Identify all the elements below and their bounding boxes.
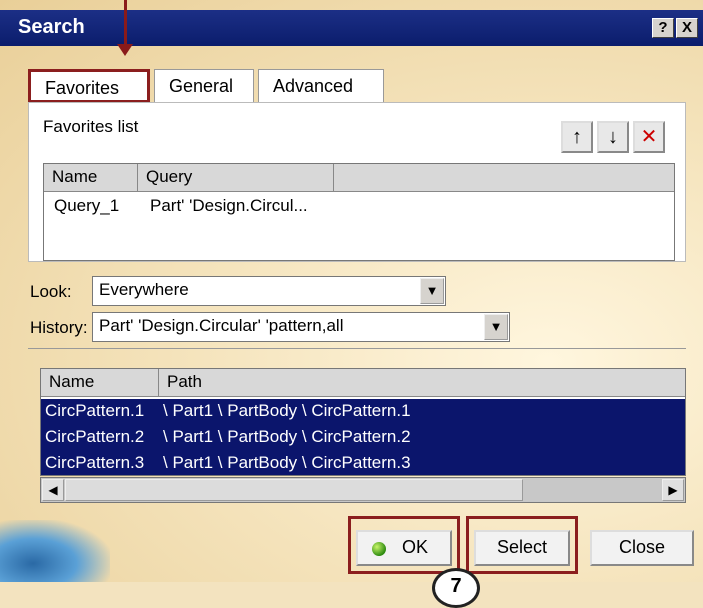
history-dropdown[interactable]: Part' 'Design.Circular' 'pattern,all ▼ bbox=[92, 312, 510, 342]
favorite-name: Query_1 bbox=[54, 196, 120, 215]
tab-favorites[interactable]: Favorites bbox=[28, 69, 150, 103]
scroll-left-icon[interactable]: ◀ bbox=[42, 479, 64, 501]
look-value: Everywhere bbox=[99, 280, 189, 299]
result-path: \ Part1 \ PartBody \ CircPattern.2 bbox=[163, 427, 411, 446]
close-label: Close bbox=[618, 537, 666, 557]
help-button[interactable]: ? bbox=[652, 18, 674, 38]
close-window-button[interactable]: X bbox=[676, 18, 698, 38]
annotation-arrow-line bbox=[124, 0, 127, 50]
select-button[interactable]: Select bbox=[474, 530, 570, 566]
column-header-query[interactable]: Query bbox=[138, 164, 334, 192]
look-dropdown[interactable]: Everywhere ▼ bbox=[92, 276, 446, 306]
tab-general[interactable]: General bbox=[154, 69, 254, 103]
column-header-path[interactable]: Path bbox=[159, 369, 685, 397]
horizontal-scrollbar[interactable]: ◀ ▶ bbox=[40, 477, 686, 503]
arrow-up-icon[interactable]: ↑ bbox=[561, 121, 593, 153]
close-button[interactable]: Close bbox=[590, 530, 694, 566]
table-row[interactable]: CircPattern.2 \ Part1 \ PartBody \ CircP… bbox=[41, 425, 685, 451]
chevron-down-icon[interactable]: ▼ bbox=[484, 314, 508, 340]
favorite-query: Part' 'Design.Circul... bbox=[150, 196, 308, 215]
result-path: \ Part1 \ PartBody \ CircPattern.1 bbox=[163, 401, 411, 420]
arrow-down-icon[interactable]: ↓ bbox=[597, 121, 629, 153]
look-label: Look: bbox=[30, 282, 72, 301]
table-row[interactable]: CircPattern.1 \ Part1 \ PartBody \ CircP… bbox=[41, 399, 685, 425]
result-name: CircPattern.1 bbox=[45, 401, 145, 420]
scroll-right-icon[interactable]: ▶ bbox=[662, 479, 684, 501]
tab-advanced[interactable]: Advanced bbox=[258, 69, 384, 103]
tab-general-label: General bbox=[169, 76, 234, 96]
results-list[interactable]: Name Path CircPattern.1 \ Part1 \ PartBo… bbox=[40, 368, 686, 476]
result-name: CircPattern.3 bbox=[45, 453, 145, 472]
table-row[interactable]: CircPattern.3 \ Part1 \ PartBody \ CircP… bbox=[41, 451, 685, 475]
cad-graphic bbox=[0, 520, 110, 582]
result-name: CircPattern.2 bbox=[45, 427, 145, 446]
list-item[interactable]: Query_1 Part' 'Design.Circul... bbox=[44, 194, 674, 220]
ok-label: OK bbox=[401, 537, 428, 557]
favorites-panel: Favorites list ↑ ↓ ✕ Name Query Query_1 … bbox=[28, 102, 686, 262]
ok-green-dot-icon bbox=[372, 542, 386, 556]
divider bbox=[28, 348, 686, 349]
delete-icon[interactable]: ✕ bbox=[633, 121, 665, 153]
favorites-list-label: Favorites list bbox=[43, 117, 139, 136]
ok-button[interactable]: OK bbox=[356, 530, 452, 566]
tab-advanced-label: Advanced bbox=[273, 76, 354, 96]
history-label: History: bbox=[30, 318, 88, 337]
window-title: Search bbox=[18, 16, 85, 38]
annotation-arrow-head-icon bbox=[117, 44, 133, 56]
title-bar: Search ? X bbox=[0, 10, 703, 46]
favorites-list-header: Name Query bbox=[44, 164, 674, 192]
scroll-thumb[interactable] bbox=[65, 479, 523, 501]
column-header-name[interactable]: Name bbox=[41, 369, 159, 397]
result-path: \ Part1 \ PartBody \ CircPattern.3 bbox=[163, 453, 411, 472]
chevron-down-icon[interactable]: ▼ bbox=[420, 278, 444, 304]
column-header-name[interactable]: Name bbox=[44, 164, 138, 192]
results-list-header: Name Path bbox=[41, 369, 685, 397]
favorites-list[interactable]: Name Query Query_1 Part' 'Design.Circul.… bbox=[43, 163, 675, 261]
history-value: Part' 'Design.Circular' 'pattern,all bbox=[99, 316, 344, 335]
step-number-badge: 7 bbox=[432, 568, 480, 608]
tab-favorites-label: Favorites bbox=[45, 78, 120, 98]
select-label: Select bbox=[496, 537, 548, 557]
